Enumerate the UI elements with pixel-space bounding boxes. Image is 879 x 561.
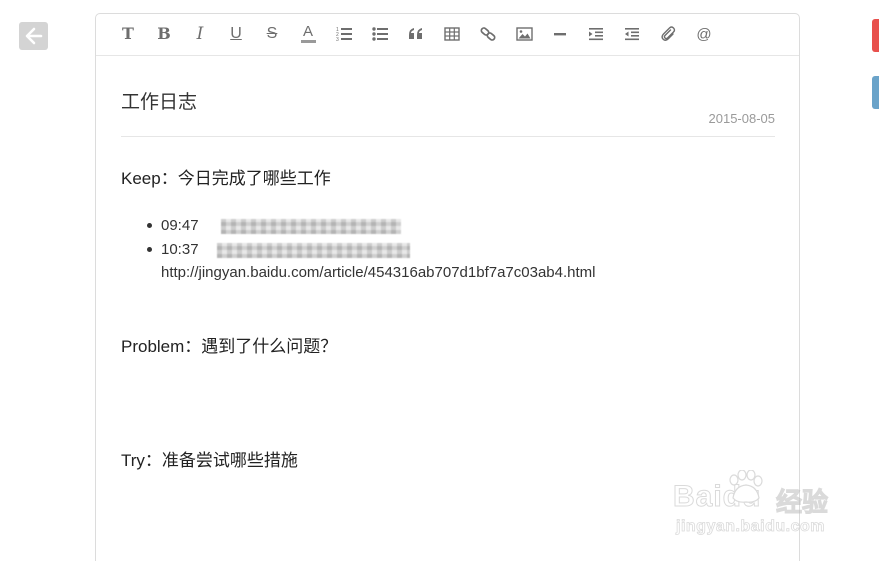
unordered-list-button[interactable] bbox=[368, 23, 392, 45]
heading-button[interactable]: T bbox=[116, 23, 140, 45]
paw-icon bbox=[729, 470, 763, 503]
font-color-button[interactable]: A bbox=[296, 23, 320, 45]
entry-url-link[interactable]: http://jingyan.baidu.com/article/454316a… bbox=[161, 264, 595, 281]
text-heading-icon: T bbox=[122, 24, 134, 43]
at-icon: @ bbox=[696, 25, 712, 43]
italic-button[interactable]: I bbox=[188, 23, 212, 45]
link-icon bbox=[480, 27, 496, 41]
section-heading-try[interactable]: Try：准备尝试哪些措施 bbox=[121, 446, 298, 471]
italic-icon: I bbox=[196, 23, 204, 44]
bold-icon: B bbox=[157, 24, 171, 43]
outdent-icon bbox=[625, 28, 639, 41]
quote-icon bbox=[409, 28, 422, 39]
section-heading-keep[interactable]: Keep：今日完成了哪些工作 bbox=[121, 164, 331, 189]
unordered-list-icon bbox=[372, 27, 388, 41]
outdent-button[interactable] bbox=[620, 23, 644, 45]
link-button[interactable] bbox=[476, 23, 500, 45]
bullet-icon bbox=[147, 223, 152, 228]
indent-icon bbox=[589, 28, 603, 41]
font-color-icon: A bbox=[300, 24, 316, 43]
document-date: 2015-08-05 bbox=[708, 111, 776, 126]
underline-icon: U bbox=[230, 25, 242, 42]
image-icon bbox=[515, 27, 533, 41]
list-item[interactable]: 09:47 bbox=[147, 214, 627, 238]
underline-button[interactable]: U bbox=[224, 23, 248, 45]
bullet-icon bbox=[147, 247, 152, 252]
document-title[interactable]: 工作日志 bbox=[121, 87, 197, 114]
arrow-left-icon bbox=[25, 27, 42, 45]
bold-button[interactable]: B bbox=[152, 23, 176, 45]
table-icon bbox=[444, 27, 460, 41]
indent-button[interactable] bbox=[584, 23, 608, 45]
horizontal-rule-icon bbox=[554, 33, 566, 36]
entry-time: 10:37 bbox=[161, 241, 199, 258]
list-item[interactable]: 10:37 bbox=[147, 238, 627, 262]
title-divider bbox=[121, 136, 775, 137]
blockquote-button[interactable] bbox=[404, 23, 428, 45]
paperclip-icon bbox=[661, 26, 676, 41]
image-button[interactable] bbox=[512, 23, 536, 45]
table-button[interactable] bbox=[440, 23, 464, 45]
ordered-list-icon: 1 2 3 bbox=[336, 27, 352, 42]
watermark-url: jingyan.baidu.com bbox=[676, 518, 825, 536]
svg-text:3: 3 bbox=[336, 37, 339, 42]
strikethrough-button[interactable]: S bbox=[260, 23, 284, 45]
side-tab-red[interactable] bbox=[872, 19, 879, 52]
section-heading-problem[interactable]: Problem：遇到了什么问题？ bbox=[121, 332, 337, 357]
horizontal-rule-button[interactable] bbox=[548, 23, 572, 45]
strikethrough-icon: S bbox=[266, 25, 278, 42]
redacted-text bbox=[221, 219, 401, 234]
editor-toolbar: T B I U S A 1 2 3 @ bbox=[96, 14, 799, 56]
watermark: Baidu 经验 jingyan.baidu.com bbox=[672, 470, 843, 540]
redacted-text bbox=[217, 243, 410, 258]
mention-button[interactable]: @ bbox=[692, 23, 716, 45]
watermark-cn: 经验 bbox=[775, 487, 829, 518]
attachment-button[interactable] bbox=[656, 23, 680, 45]
entry-time: 09:47 bbox=[161, 217, 199, 234]
side-tab-blue[interactable] bbox=[872, 76, 879, 109]
ordered-list-button[interactable]: 1 2 3 bbox=[332, 23, 356, 45]
back-button[interactable] bbox=[19, 22, 48, 50]
page: T B I U S A 1 2 3 @ 工作日志 2015-08-05 Keep… bbox=[0, 0, 879, 561]
